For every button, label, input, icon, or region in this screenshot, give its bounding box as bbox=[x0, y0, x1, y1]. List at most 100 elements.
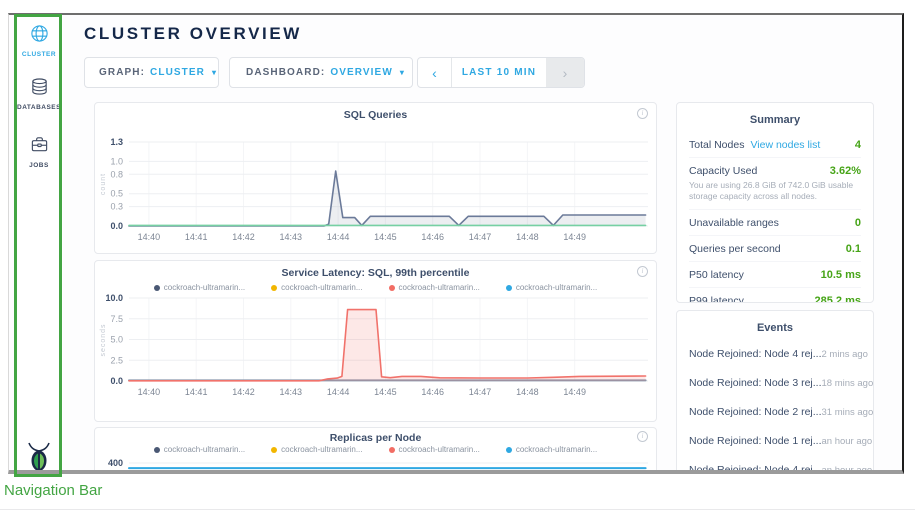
sidebar-item-cluster[interactable]: CLUSTER bbox=[15, 24, 63, 58]
sidebar-item-label: JOBS bbox=[15, 162, 63, 169]
sidebar-item-databases[interactable]: DATABASES bbox=[15, 77, 63, 111]
svg-text:14:49: 14:49 bbox=[563, 387, 586, 397]
svg-text:14:44: 14:44 bbox=[327, 232, 350, 242]
footer-divider bbox=[0, 509, 915, 510]
dashboard-dropdown-value: OVERVIEW bbox=[330, 67, 393, 78]
svg-text:1.3: 1.3 bbox=[110, 137, 123, 147]
graph-dropdown[interactable]: GRAPH: CLUSTER ▾ bbox=[84, 57, 219, 88]
svg-text:14:48: 14:48 bbox=[516, 232, 539, 242]
svg-text:14:44: 14:44 bbox=[327, 387, 350, 397]
dashboard-dropdown[interactable]: DASHBOARD: OVERVIEW ▾ bbox=[229, 57, 413, 88]
time-window-next-button[interactable]: › bbox=[546, 58, 584, 87]
databases-icon bbox=[30, 83, 49, 100]
svg-text:14:40: 14:40 bbox=[138, 387, 161, 397]
svg-text:14:46: 14:46 bbox=[421, 232, 444, 242]
summary-value: 285.2 ms bbox=[815, 295, 861, 303]
summary-row: Total Nodes View nodes list 4 bbox=[689, 132, 861, 158]
graph-dropdown-label: GRAPH: bbox=[99, 67, 145, 78]
replicas-per-node-panel: Replicas per Node i cockroach-ultramarin… bbox=[94, 427, 657, 474]
navigation-bar: CLUSTER DATABASES bbox=[15, 15, 63, 474]
svg-text:10.0: 10.0 bbox=[105, 293, 123, 303]
cockroachdb-logo[interactable] bbox=[15, 442, 63, 474]
service-latency-panel: Service Latency: SQL, 99th percentile i … bbox=[94, 260, 657, 422]
summary-label: Total Nodes bbox=[689, 139, 744, 151]
svg-text:14:40: 14:40 bbox=[138, 232, 161, 242]
svg-text:5.0: 5.0 bbox=[110, 335, 123, 345]
service-latency-chart: 14:40 14:41 14:42 14:43 14:44 14:45 14:46 14:47… bbox=[95, 261, 656, 422]
svg-text:0.8: 0.8 bbox=[110, 169, 123, 179]
svg-text:14:45: 14:45 bbox=[374, 387, 397, 397]
sql-queries-panel: SQL Queries i 14:4014:4114:4214:4314:441… bbox=[94, 102, 657, 254]
summary-value: 0 bbox=[855, 217, 861, 229]
time-window-prev-button[interactable]: ‹ bbox=[418, 58, 452, 87]
event-time: an hour ago bbox=[822, 465, 873, 474]
event-text: Node Rejoined: Node 4 rej... bbox=[689, 464, 822, 474]
svg-text:14:43: 14:43 bbox=[280, 387, 303, 397]
svg-text:14:47: 14:47 bbox=[469, 387, 492, 397]
sidebar-item-label: DATABASES bbox=[15, 104, 63, 111]
event-text: Node Rejoined: Node 2 rej... bbox=[689, 406, 822, 418]
summary-label: Unavailable ranges bbox=[689, 217, 779, 229]
svg-text:seconds: seconds bbox=[100, 323, 107, 356]
summary-label: Queries per second bbox=[689, 243, 781, 255]
summary-description: You are using 26.8 GiB of 742.0 GiB usab… bbox=[689, 180, 861, 203]
svg-text:14:43: 14:43 bbox=[280, 232, 303, 242]
svg-text:1.0: 1.0 bbox=[110, 156, 123, 166]
svg-text:14:45: 14:45 bbox=[374, 232, 397, 242]
annotated-screenshot-page: CLUSTER DATABASES bbox=[0, 0, 915, 517]
summary-row: Queries per second0.1 bbox=[689, 236, 861, 262]
summary-label: Capacity Used bbox=[689, 165, 757, 177]
event-row: Node Rejoined: Node 2 rej...31 mins ago bbox=[689, 398, 861, 427]
cockroachdb-admin-ui-window: CLUSTER DATABASES bbox=[8, 13, 904, 474]
sidebar-item-jobs[interactable]: JOBS bbox=[15, 135, 63, 169]
event-time: an hour ago bbox=[822, 436, 873, 447]
summary-value: 3.62% bbox=[830, 165, 861, 177]
chevron-down-icon: ▾ bbox=[400, 68, 405, 77]
graph-dropdown-value: CLUSTER bbox=[150, 67, 205, 78]
summary-label: P50 latency bbox=[689, 269, 744, 281]
svg-text:14:41: 14:41 bbox=[185, 232, 208, 242]
time-window-selector: ‹ LAST 10 MIN › bbox=[417, 57, 585, 88]
svg-text:0.0: 0.0 bbox=[110, 221, 123, 231]
event-time: 31 mins ago bbox=[822, 407, 874, 418]
svg-text:2.5: 2.5 bbox=[110, 355, 123, 365]
event-row: Node Rejoined: Node 4 rej...an hour ago bbox=[689, 456, 861, 474]
event-row: Node Rejoined: Node 1 rej...an hour ago bbox=[689, 427, 861, 456]
svg-text:14:47: 14:47 bbox=[469, 232, 492, 242]
summary-row: Capacity Used 3.62% You are using 26.8 GiB… bbox=[689, 158, 861, 210]
event-time: 18 mins ago bbox=[822, 378, 874, 389]
svg-text:count: count bbox=[100, 173, 107, 195]
sidebar-item-label: CLUSTER bbox=[15, 51, 63, 58]
annotation-caption: Navigation Bar bbox=[4, 482, 102, 499]
view-nodes-list-link[interactable]: View nodes list bbox=[750, 139, 820, 151]
event-text: Node Rejoined: Node 4 rej... bbox=[689, 348, 822, 360]
event-text: Node Rejoined: Node 1 rej... bbox=[689, 435, 822, 447]
chevron-down-icon: ▾ bbox=[212, 68, 217, 77]
svg-text:14:42: 14:42 bbox=[232, 387, 255, 397]
svg-text:14:46: 14:46 bbox=[421, 387, 444, 397]
svg-text:14:42: 14:42 bbox=[232, 232, 255, 242]
summary-row: P50 latency 10.5 ms bbox=[689, 262, 861, 288]
replicas-per-node-chart: 400 bbox=[95, 436, 656, 474]
page-title: CLUSTER OVERVIEW bbox=[84, 24, 302, 44]
cluster-globe-icon bbox=[30, 30, 49, 47]
svg-text:400: 400 bbox=[108, 458, 123, 468]
svg-text:14:48: 14:48 bbox=[516, 387, 539, 397]
svg-text:7.5: 7.5 bbox=[110, 314, 123, 324]
summary-title: Summary bbox=[677, 103, 873, 132]
time-window-value[interactable]: LAST 10 MIN bbox=[452, 58, 546, 87]
events-title: Events bbox=[677, 311, 873, 340]
summary-card: Summary Total Nodes View nodes list 4 Capac… bbox=[676, 102, 874, 303]
events-rows: Node Rejoined: Node 4 rej...2 mins agoNo… bbox=[677, 340, 873, 474]
svg-text:14:41: 14:41 bbox=[185, 387, 208, 397]
summary-value: 10.5 ms bbox=[821, 269, 861, 281]
summary-label: P99 latency bbox=[689, 295, 744, 303]
event-row: Node Rejoined: Node 4 rej...2 mins ago bbox=[689, 340, 861, 369]
event-time: 2 mins ago bbox=[822, 349, 868, 360]
svg-text:14:49: 14:49 bbox=[563, 232, 586, 242]
summary-value: 4 bbox=[855, 139, 861, 151]
event-text: Node Rejoined: Node 3 rej... bbox=[689, 377, 822, 389]
svg-text:0.5: 0.5 bbox=[110, 189, 123, 199]
event-row: Node Rejoined: Node 3 rej...18 mins ago bbox=[689, 369, 861, 398]
summary-rows: Total Nodes View nodes list 4 Capacity Used… bbox=[677, 132, 873, 303]
